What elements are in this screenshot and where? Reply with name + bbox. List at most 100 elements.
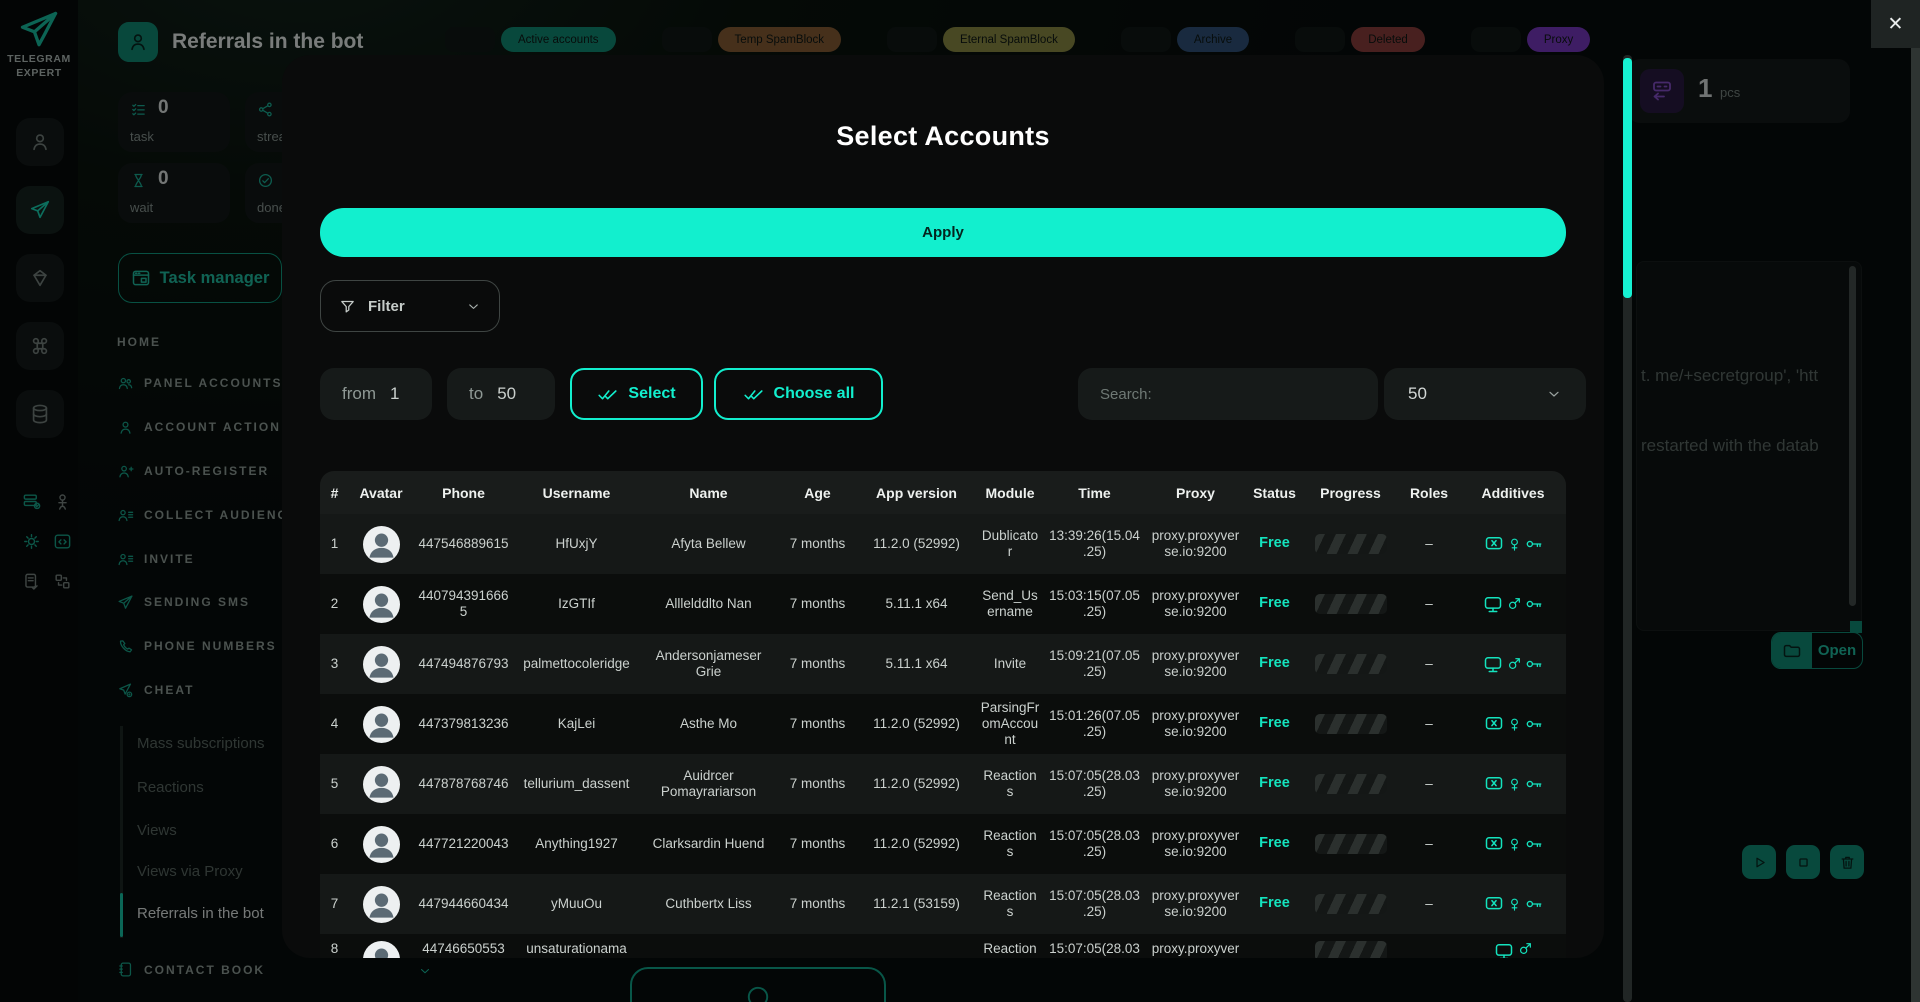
screen-x-icon	[1484, 834, 1504, 854]
filter-dropdown[interactable]: Filter	[320, 280, 500, 332]
from-label: from	[342, 384, 376, 403]
app-version-cell: 11.2.0 (52992)	[873, 716, 960, 732]
close-button[interactable]: ✕	[1871, 0, 1920, 48]
from-input[interactable]: from 1	[320, 368, 432, 420]
progress-cell	[1303, 634, 1398, 694]
row-index: 1	[330, 536, 339, 552]
phone-cell: 447546889615	[418, 536, 509, 552]
status-cell: Free	[1259, 595, 1290, 612]
page-size-select[interactable]: 50	[1384, 368, 1586, 420]
table-row[interactable]: 4 447379813236 KajLei Asthe Mo 7 months …	[320, 694, 1566, 754]
roles-cell: –	[1425, 716, 1433, 732]
column-header-username: Username	[542, 484, 611, 501]
username-cell: HfUxjY	[555, 536, 598, 552]
avatar-cell	[349, 934, 413, 958]
column-header-: #	[330, 484, 339, 501]
female-icon	[1507, 537, 1522, 552]
table-row[interactable]: 5 447878768746 tellurium_dassent Auidrce…	[320, 754, 1566, 814]
name-cell: Afyta Bellew	[671, 536, 746, 552]
module-cell: Reactions	[983, 768, 1037, 799]
proxy-cell: proxy.proxyverse.io:9200	[1151, 941, 1240, 958]
app-version-cell: 11.2.0 (52992)	[873, 776, 960, 792]
phone-cell: 447494876793	[418, 656, 509, 672]
table-row[interactable]: 3 447494876793 palmettocoleridge Anderso…	[320, 634, 1566, 694]
proxy-cell: proxy.proxyverse.io:9200	[1151, 528, 1240, 559]
table-row[interactable]: 2 4407943916665 IzGTIf Alllelddlto Nan 7…	[320, 574, 1566, 634]
choose-all-label: Choose all	[773, 385, 855, 402]
module-cell: Reactions	[983, 941, 1037, 958]
column-header-age: Age	[804, 484, 831, 501]
table-row[interactable]: 8 44746650553 unsaturationama Reactions …	[320, 934, 1566, 958]
age-cell: 7 months	[789, 716, 846, 732]
select-button[interactable]: Select	[570, 368, 703, 420]
additives-cell	[1460, 634, 1566, 694]
avatar-cell	[349, 814, 413, 874]
username-cell: KajLei	[557, 716, 596, 732]
search-input[interactable]	[1098, 384, 1358, 404]
apply-button[interactable]: Apply	[320, 208, 1566, 257]
column-header-avatar: Avatar	[359, 484, 403, 501]
avatar	[362, 525, 400, 563]
roles-cell: –	[1425, 776, 1433, 792]
male-icon	[1517, 941, 1533, 957]
male-icon	[1506, 596, 1522, 612]
row-index: 4	[330, 716, 339, 732]
username-cell: unsaturationama	[526, 941, 627, 956]
phone-cell: 4407943916665	[418, 588, 509, 619]
progress-bar	[1314, 714, 1387, 734]
modal-scrollbar-thumb[interactable]	[1623, 58, 1632, 298]
progress-cell	[1303, 754, 1398, 814]
monitor-icon	[1483, 594, 1503, 614]
column-header-roles: Roles	[1409, 484, 1449, 501]
monitor-icon	[1483, 654, 1503, 674]
age-cell: 7 months	[789, 656, 846, 672]
table-row[interactable]: 7 447944660434 yMuuOu Cuthbertx Liss 7 m…	[320, 874, 1566, 934]
proxy-cell: proxy.proxyverse.io:9200	[1151, 588, 1240, 619]
column-header-additives: Additives	[1481, 484, 1545, 501]
module-cell: Reactions	[983, 828, 1037, 859]
app-version-cell: 5.11.1 x64	[885, 596, 948, 612]
name-cell: Andersonjameser Grie	[655, 648, 762, 679]
age-cell: 7 months	[789, 836, 846, 852]
proxy-cell: proxy.proxyverse.io:9200	[1151, 888, 1240, 919]
female-icon	[1507, 717, 1522, 732]
name-cell: Asthe Mo	[679, 716, 738, 732]
avatar-cell	[349, 874, 413, 934]
avatar	[362, 825, 400, 863]
time-cell: 15:07:05(28.03.25)	[1049, 828, 1140, 859]
table-row[interactable]: 1 447546889615 HfUxjY Afyta Bellew 7 mon…	[320, 514, 1566, 574]
window-scrollbar[interactable]	[1911, 48, 1920, 1002]
female-icon	[1507, 777, 1522, 792]
screen-x-icon	[1484, 894, 1504, 914]
progress-cell	[1303, 934, 1398, 958]
roles-cell: –	[1425, 656, 1433, 672]
row-index: 8	[330, 941, 339, 956]
choose-all-button[interactable]: Choose all	[714, 368, 883, 420]
avatar	[362, 941, 400, 958]
proxy-cell: proxy.proxyverse.io:9200	[1151, 648, 1240, 679]
status-cell	[1246, 934, 1303, 958]
module-cell: ParsingFromAccount	[980, 700, 1040, 747]
select-label: Select	[628, 385, 676, 402]
progress-cell	[1303, 574, 1398, 634]
app-version-cell: 11.2.1 (53159)	[873, 896, 960, 912]
avatar	[362, 765, 400, 803]
table-row[interactable]: 6 447721220043 Anything1927 Clarksardin …	[320, 814, 1566, 874]
app-version-cell: 11.2.0 (52992)	[873, 836, 960, 852]
avatar-cell	[349, 754, 413, 814]
filter-label: Filter	[368, 297, 405, 315]
avatar	[362, 705, 400, 743]
column-header-status: Status	[1253, 484, 1296, 501]
proxy-cell: proxy.proxyverse.io:9200	[1151, 828, 1240, 859]
progress-bar	[1314, 941, 1387, 958]
app-version-cell: 5.11.1 x64	[885, 656, 948, 672]
module-cell: Dublicator	[981, 528, 1039, 559]
additives-cell	[1460, 934, 1566, 958]
to-input[interactable]: to 50	[447, 368, 555, 420]
progress-bar	[1314, 834, 1387, 854]
screen-x-icon	[1484, 714, 1504, 734]
row-index: 6	[330, 836, 339, 852]
phone-cell: 447721220043	[418, 836, 509, 852]
roles-cell: –	[1425, 896, 1433, 912]
modal-scrollbar[interactable]	[1623, 55, 1632, 1002]
